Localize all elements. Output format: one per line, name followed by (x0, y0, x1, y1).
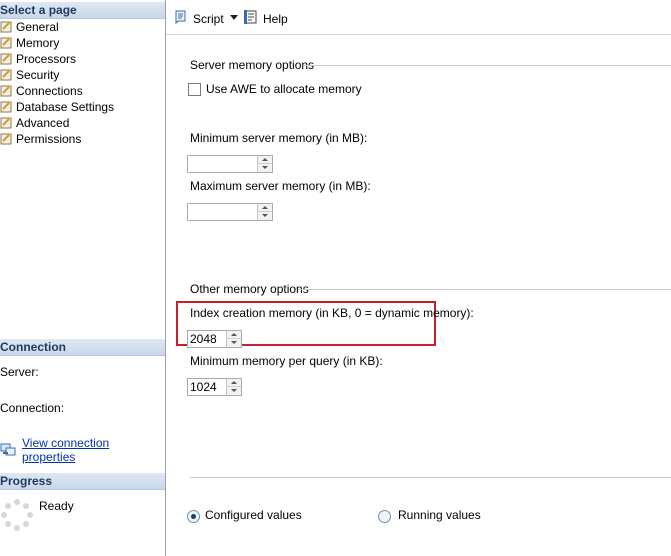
page-wrench-icon (0, 69, 14, 81)
toolbar: Script Help (166, 0, 671, 35)
min-server-memory-stepper[interactable] (187, 155, 273, 173)
stepper-down-icon[interactable] (227, 339, 241, 347)
page-label-processors: Processors (16, 52, 77, 66)
running-values-radio[interactable] (378, 510, 391, 523)
progress-title: Progress (0, 474, 53, 488)
stepper-up-icon[interactable] (227, 379, 241, 387)
page-item-advanced[interactable]: Advanced (0, 115, 114, 131)
help-label: Help (263, 11, 288, 26)
page-label-advanced: Advanced (16, 116, 70, 130)
page-label-general: General (16, 20, 59, 34)
left-pane: Select a page General Memory Processors … (0, 0, 166, 556)
page-label-security: Security (16, 68, 60, 82)
min-memory-per-query-stepper[interactable]: 1024 (187, 378, 242, 396)
script-icon (173, 9, 189, 28)
progress-header: Progress (0, 473, 165, 490)
configured-values-radio[interactable] (187, 510, 200, 523)
select-page-title: Select a page (0, 3, 77, 17)
page-wrench-icon (0, 53, 14, 65)
page-wrench-icon (0, 85, 14, 97)
min-server-memory-label: Minimum server memory (in MB): (190, 131, 368, 145)
server-label: Server: (0, 365, 39, 379)
help-icon (243, 9, 259, 28)
progress-spinner-icon (0, 498, 34, 532)
connection-title: Connection (0, 340, 66, 354)
index-creation-memory-label: Index creation memory (in KB, 0 = dynami… (190, 306, 474, 320)
stepper-buttons (257, 156, 272, 172)
page-item-processors[interactable]: Processors (0, 51, 114, 67)
stepper-down-icon[interactable] (227, 387, 241, 395)
stepper-buttons (257, 204, 272, 220)
group-divider (298, 289, 671, 290)
progress-status: Ready (39, 499, 74, 513)
script-label: Script (193, 11, 224, 26)
stepper-down-icon[interactable] (258, 164, 272, 172)
select-page-header: Select a page (0, 2, 165, 19)
page-item-general[interactable]: General (0, 19, 114, 35)
connection-header: Connection (0, 339, 165, 356)
stepper-buttons (226, 331, 241, 347)
server-memory-options-title: Server memory options (190, 58, 315, 72)
other-memory-options-title: Other memory options (190, 282, 309, 296)
stepper-down-icon[interactable] (258, 212, 272, 220)
awe-checkbox-label: Use AWE to allocate memory (206, 82, 362, 96)
page-item-connections[interactable]: Connections (0, 83, 114, 99)
max-server-memory-stepper[interactable] (187, 203, 273, 221)
page-item-database-settings[interactable]: Database Settings (0, 99, 114, 115)
page-item-memory[interactable]: Memory (0, 35, 114, 51)
connection-properties-icon (0, 442, 16, 459)
stepper-up-icon[interactable] (227, 331, 241, 339)
page-wrench-icon (0, 37, 14, 49)
page-list: General Memory Processors Security Conne… (0, 19, 114, 147)
running-values-label: Running values (398, 508, 481, 522)
page-wrench-icon (0, 21, 14, 33)
view-connection-properties-label: View connection properties (22, 436, 110, 464)
configured-values-label: Configured values (205, 508, 302, 522)
page-label-memory: Memory (16, 36, 60, 50)
connection-label: Connection: (0, 401, 65, 415)
min-memory-per-query-value: 1024 (190, 380, 217, 394)
view-connection-properties-link[interactable]: View connection properties (0, 436, 165, 464)
index-creation-memory-stepper[interactable]: 2048 (187, 330, 242, 348)
max-server-memory-label: Maximum server memory (in MB): (190, 179, 371, 193)
awe-checkbox[interactable] (188, 83, 201, 96)
stepper-up-icon[interactable] (258, 156, 272, 164)
group-divider (303, 65, 671, 66)
help-button[interactable]: Help (243, 9, 288, 28)
page-item-permissions[interactable]: Permissions (0, 131, 114, 147)
script-button[interactable]: Script (173, 9, 224, 28)
stepper-buttons (226, 379, 241, 395)
bottom-divider (190, 477, 671, 478)
script-dropdown-icon[interactable] (230, 15, 238, 20)
index-creation-memory-value: 2048 (190, 332, 217, 346)
page-item-security[interactable]: Security (0, 67, 114, 83)
page-wrench-icon (0, 101, 14, 113)
page-label-connections: Connections (16, 84, 83, 98)
stepper-up-icon[interactable] (258, 204, 272, 212)
min-memory-per-query-label: Minimum memory per query (in KB): (190, 354, 383, 368)
page-wrench-icon (0, 117, 14, 129)
page-label-database-settings: Database Settings (16, 100, 115, 114)
page-label-permissions: Permissions (16, 132, 82, 146)
page-wrench-icon (0, 133, 14, 145)
